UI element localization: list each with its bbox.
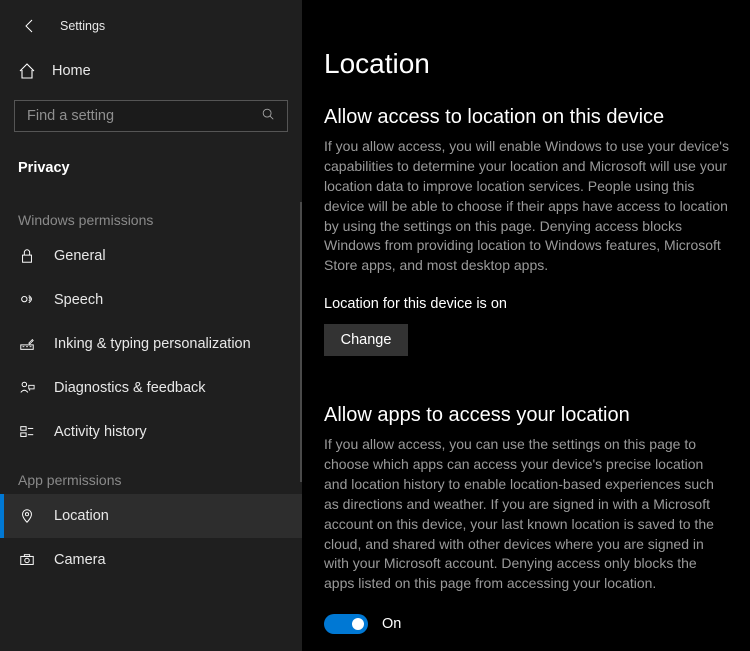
sidebar-item-label: Activity history bbox=[54, 424, 147, 440]
device-location-status: Location for this device is on bbox=[324, 296, 730, 312]
sidebar-item-inking[interactable]: Inking & typing personalization bbox=[0, 322, 302, 366]
main-content: Location Allow access to location on thi… bbox=[302, 0, 750, 651]
lock-icon bbox=[18, 247, 36, 265]
sidebar-item-camera[interactable]: Camera bbox=[0, 538, 302, 582]
search-input[interactable]: Find a setting bbox=[14, 100, 288, 132]
sidebar-item-label: Speech bbox=[54, 292, 103, 308]
sidebar-item-home[interactable]: Home bbox=[0, 52, 302, 100]
section-label-windows-permissions: Windows permissions bbox=[0, 176, 302, 234]
app-title: Settings bbox=[60, 19, 105, 33]
camera-icon bbox=[18, 551, 36, 569]
sidebar-item-general[interactable]: General bbox=[0, 234, 302, 278]
page-title: Location bbox=[324, 48, 730, 80]
privacy-heading: Privacy bbox=[0, 132, 302, 176]
sidebar-item-location[interactable]: Location bbox=[0, 494, 302, 538]
back-icon[interactable] bbox=[22, 18, 38, 34]
apps-access-toggle-label: On bbox=[382, 616, 401, 632]
inking-icon bbox=[18, 335, 36, 353]
section-body-device-access: If you allow access, you will enable Win… bbox=[324, 137, 730, 276]
sidebar-item-diagnostics[interactable]: Diagnostics & feedback bbox=[0, 366, 302, 410]
sidebar-item-label: Diagnostics & feedback bbox=[54, 380, 206, 396]
section-heading-apps-access: Allow apps to access your location bbox=[324, 404, 730, 427]
search-placeholder: Find a setting bbox=[27, 108, 261, 124]
sidebar: Settings Home Find a setting Privacy Win… bbox=[0, 0, 302, 651]
change-button[interactable]: Change bbox=[324, 324, 408, 356]
sidebar-item-activity[interactable]: Activity history bbox=[0, 410, 302, 454]
sidebar-item-label: Location bbox=[54, 508, 109, 524]
header-row: Settings bbox=[0, 10, 302, 52]
home-label: Home bbox=[52, 63, 91, 79]
feedback-icon bbox=[18, 379, 36, 397]
sidebar-item-speech[interactable]: Speech bbox=[0, 278, 302, 322]
sidebar-item-label: Inking & typing personalization bbox=[54, 336, 251, 352]
section-label-app-permissions: App permissions bbox=[0, 454, 302, 494]
section-heading-device-access: Allow access to location on this device bbox=[324, 106, 730, 129]
search-icon bbox=[261, 107, 275, 126]
section-body-apps-access: If you allow access, you can use the set… bbox=[324, 435, 730, 594]
speech-icon bbox=[18, 291, 36, 309]
search-container: Find a setting bbox=[0, 100, 302, 132]
sidebar-item-label: General bbox=[54, 248, 106, 264]
apps-access-toggle-row: On bbox=[324, 614, 730, 634]
activity-icon bbox=[18, 423, 36, 441]
location-icon bbox=[18, 507, 36, 525]
home-icon bbox=[18, 62, 36, 80]
sidebar-item-label: Camera bbox=[54, 552, 106, 568]
apps-access-toggle[interactable] bbox=[324, 614, 368, 634]
